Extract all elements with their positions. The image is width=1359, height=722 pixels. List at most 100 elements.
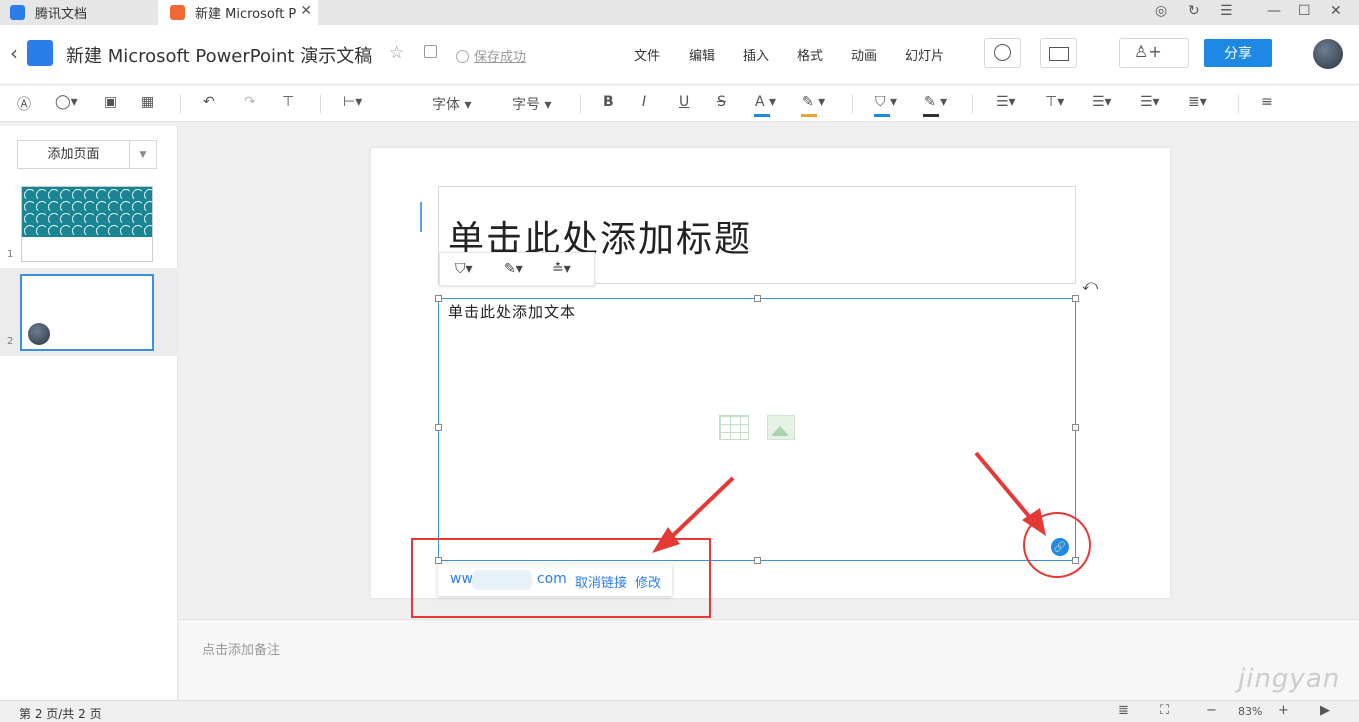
presentation-icon bbox=[170, 5, 185, 20]
format-painter-icon[interactable]: ⊤ bbox=[282, 94, 294, 110]
font-family-select[interactable]: 字体 ▾ bbox=[432, 94, 471, 114]
font-color-glyph: A bbox=[755, 94, 765, 110]
header: ‹ 新建 Microsoft PowerPoint 演示文稿 ☆ 保存成功 文件… bbox=[0, 25, 1359, 85]
menu-slides[interactable]: 幻灯片 bbox=[905, 45, 944, 64]
tab-label: 新建 Microsoft P bbox=[195, 7, 297, 22]
menu-animation[interactable]: 动画 bbox=[851, 45, 877, 64]
slide-thumbnail-1[interactable] bbox=[21, 186, 153, 262]
italic-button[interactable]: I bbox=[642, 94, 646, 110]
notes-placeholder[interactable]: 点击添加备注 bbox=[202, 639, 280, 658]
add-user-icon: ♙+ bbox=[1134, 42, 1162, 61]
tab-presentation[interactable]: 新建 Microsoft P ✕ bbox=[158, 0, 318, 25]
play-icon bbox=[994, 44, 1011, 61]
menu-insert[interactable]: 插入 bbox=[743, 45, 769, 64]
maximize-icon[interactable]: ☐ bbox=[1298, 3, 1311, 19]
play-button[interactable] bbox=[984, 38, 1021, 68]
resize-handle[interactable] bbox=[1072, 424, 1079, 431]
text-position-icon[interactable]: ≛▾ bbox=[552, 261, 571, 277]
font-color-button[interactable]: A ▾ bbox=[755, 94, 776, 110]
zoom-level[interactable]: 83% bbox=[1238, 705, 1262, 718]
notes-toggle-icon[interactable]: ≣ bbox=[1118, 703, 1129, 718]
refresh-icon[interactable]: ↻ bbox=[1188, 3, 1200, 19]
resize-handle[interactable] bbox=[435, 295, 442, 302]
document-title[interactable]: 新建 Microsoft PowerPoint 演示文稿 bbox=[66, 42, 372, 68]
toolbar-divider bbox=[972, 95, 973, 113]
watermark: jingyan bbox=[1238, 664, 1341, 694]
fill-color-icon[interactable]: ⛉▾ bbox=[455, 261, 473, 277]
add-page-button[interactable]: 添加页面 ▼ bbox=[17, 140, 157, 169]
bullet-list-icon[interactable]: ☰▾ bbox=[1092, 94, 1112, 110]
chevron-down-icon[interactable]: ▼ bbox=[130, 150, 156, 160]
check-icon bbox=[456, 50, 469, 63]
find-replace-icon[interactable]: ≡ bbox=[1261, 94, 1273, 110]
body-placeholder-box[interactable] bbox=[438, 298, 1076, 561]
align-objects-icon[interactable]: ⊢▾ bbox=[343, 94, 362, 110]
menu-format[interactable]: 格式 bbox=[797, 45, 823, 64]
user-avatar[interactable] bbox=[1313, 39, 1343, 69]
close-tab-icon[interactable]: ✕ bbox=[300, 3, 312, 19]
toolbar-divider bbox=[1238, 95, 1239, 113]
border-color-swatch bbox=[923, 114, 939, 117]
slide-number: 1 bbox=[7, 249, 14, 260]
underline-button[interactable]: U bbox=[679, 94, 689, 110]
table-icon[interactable]: ▦ bbox=[141, 94, 154, 110]
annotation-rectangle bbox=[411, 538, 711, 618]
back-icon[interactable]: ‹ bbox=[10, 41, 18, 65]
slide-thumbnail-2[interactable] bbox=[20, 274, 154, 351]
redo-icon[interactable]: ↷ bbox=[244, 94, 256, 110]
zoom-out-icon[interactable]: − bbox=[1206, 703, 1217, 718]
font-family-label: 字体 bbox=[432, 97, 460, 113]
save-icon[interactable] bbox=[424, 45, 437, 58]
font-size-label: 字号 bbox=[512, 97, 540, 113]
toolbar-divider bbox=[580, 95, 581, 113]
highlight-button[interactable]: ✎ ▾ bbox=[802, 94, 825, 110]
share-button[interactable]: 分享 bbox=[1204, 39, 1272, 67]
undo-icon[interactable]: ↶ bbox=[203, 94, 215, 110]
tab-tencent-docs[interactable]: 腾讯文档 bbox=[0, 0, 158, 25]
play-slideshow-icon[interactable]: ▶ bbox=[1320, 703, 1330, 718]
fill-color-swatch bbox=[874, 114, 890, 117]
image-icon[interactable]: ▣ bbox=[104, 94, 117, 110]
vertical-align-icon[interactable]: ⊤▾ bbox=[1045, 94, 1064, 110]
textbox-icon[interactable]: Ⓐ bbox=[17, 94, 31, 114]
insert-table-icon[interactable] bbox=[719, 415, 749, 440]
star-icon[interactable]: ☆ bbox=[389, 43, 404, 63]
tab-label: 腾讯文档 bbox=[35, 7, 88, 22]
bold-button[interactable]: B bbox=[603, 94, 614, 110]
presenter-button[interactable] bbox=[1040, 38, 1077, 68]
fill-color-button[interactable]: ⛉ ▾ bbox=[875, 94, 897, 110]
rotate-icon[interactable]: ⤺ bbox=[1082, 276, 1098, 294]
toolbar-divider bbox=[180, 95, 181, 113]
fit-window-icon[interactable]: ⛶ bbox=[1160, 703, 1169, 718]
body-placeholder[interactable]: 单击此处添加文本 bbox=[448, 301, 576, 322]
align-text-icon[interactable]: ☰▾ bbox=[996, 94, 1016, 110]
numbered-list-icon[interactable]: ☰▾ bbox=[1140, 94, 1160, 110]
app-logo bbox=[27, 40, 53, 66]
zoom-in-icon[interactable]: + bbox=[1278, 703, 1289, 718]
strikethrough-button[interactable]: S bbox=[717, 94, 726, 110]
floating-toolbar: ⛉▾ ✎▾ ≛▾ bbox=[439, 252, 595, 286]
menu-file[interactable]: 文件 bbox=[634, 45, 660, 64]
line-spacing-icon[interactable]: ≣▾ bbox=[1188, 94, 1207, 110]
notes-panel[interactable]: 点击添加备注 bbox=[179, 619, 1359, 700]
minimize-icon[interactable]: — bbox=[1267, 3, 1281, 19]
format-toolbar: Ⓐ ◯▾ ▣ ▦ ↶ ↷ ⊤ ⊢▾ 字体 ▾ 字号 ▾ B I U S A ▾ … bbox=[0, 86, 1359, 122]
font-size-select[interactable]: 字号 ▾ bbox=[512, 94, 551, 114]
border-color-button[interactable]: ✎ ▾ bbox=[924, 94, 947, 110]
font-color-swatch bbox=[754, 114, 770, 117]
resize-handle[interactable] bbox=[435, 424, 442, 431]
menu-icon[interactable]: ☰ bbox=[1220, 3, 1233, 19]
resize-handle[interactable] bbox=[754, 295, 761, 302]
toolbar-divider bbox=[320, 95, 321, 113]
resize-handle[interactable] bbox=[1072, 295, 1079, 302]
insert-image-icon[interactable] bbox=[767, 415, 795, 440]
add-collaborator-button[interactable]: ♙+ bbox=[1119, 38, 1189, 68]
border-color-icon[interactable]: ✎▾ bbox=[504, 261, 523, 277]
tab-bar: 腾讯文档 新建 Microsoft P ✕ ◎ ↻ ☰ — ☐ ✕ bbox=[0, 0, 1359, 25]
close-window-icon[interactable]: ✕ bbox=[1330, 3, 1342, 19]
shape-icon[interactable]: ◯▾ bbox=[55, 94, 78, 110]
slide-pattern bbox=[22, 187, 152, 237]
resize-handle[interactable] bbox=[754, 557, 761, 564]
compass-icon[interactable]: ◎ bbox=[1155, 3, 1167, 19]
menu-edit[interactable]: 编辑 bbox=[689, 45, 715, 64]
